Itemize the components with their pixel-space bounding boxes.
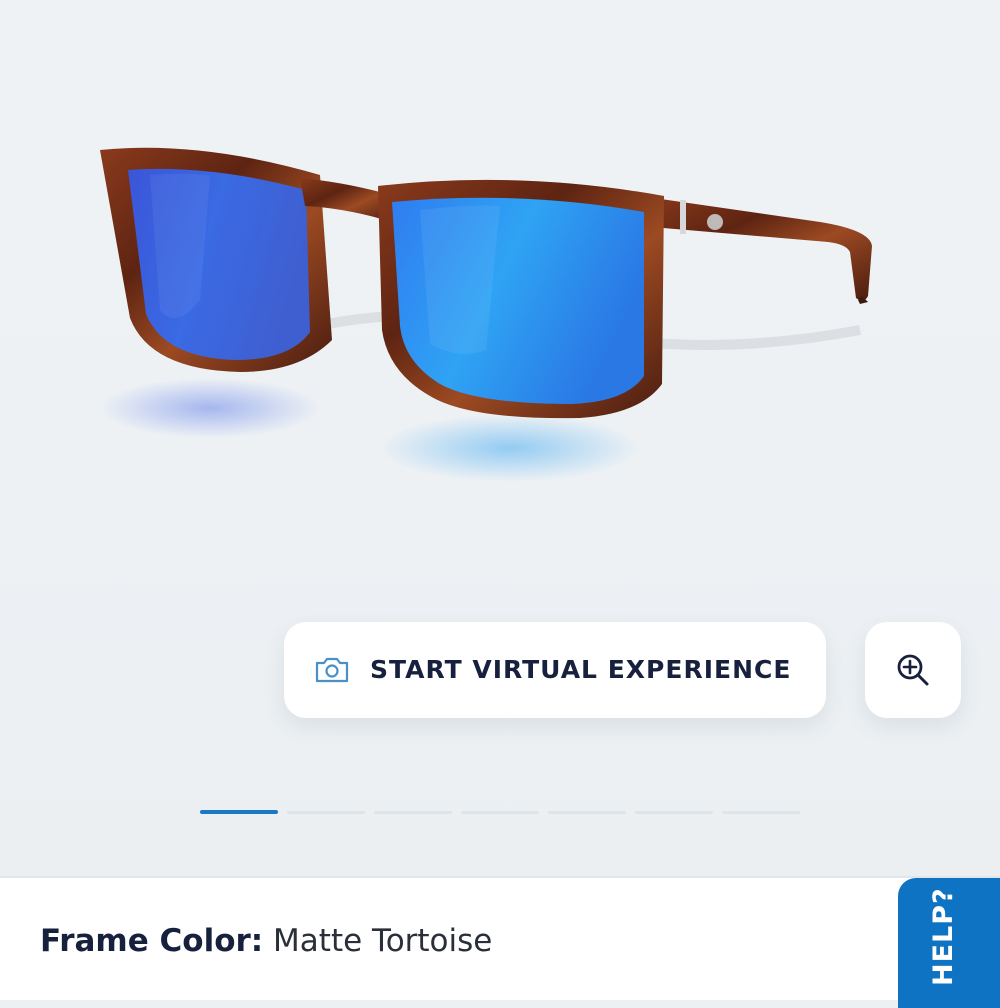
pager-segment[interactable] — [287, 811, 365, 814]
pager-segment[interactable] — [635, 811, 713, 814]
frame-color: Frame Color: Matte Tortoise — [40, 918, 492, 964]
frame-color-label: Frame Color: — [40, 923, 264, 959]
pager-segment[interactable] — [548, 811, 626, 814]
product-image-gallery[interactable]: START VIRTUAL EXPERIENCE — [0, 0, 1000, 876]
start-virtual-experience-label: START VIRTUAL EXPERIENCE — [370, 655, 792, 684]
pager-segment[interactable] — [461, 811, 539, 814]
pager-segment[interactable] — [374, 811, 452, 814]
help-tab[interactable]: HELP? — [898, 878, 1000, 1008]
start-virtual-experience-button[interactable]: START VIRTUAL EXPERIENCE — [284, 622, 826, 718]
gallery-pagination — [200, 810, 800, 816]
zoom-button[interactable] — [865, 622, 961, 718]
frame-color-value: Matte Tortoise — [273, 923, 493, 959]
help-label: HELP? — [928, 887, 959, 986]
zoom-in-icon — [897, 654, 929, 686]
product-image[interactable] — [0, 0, 1000, 560]
camera-icon — [315, 657, 349, 683]
pager-segment[interactable] — [722, 811, 800, 814]
pager-segment-active[interactable] — [200, 810, 278, 814]
